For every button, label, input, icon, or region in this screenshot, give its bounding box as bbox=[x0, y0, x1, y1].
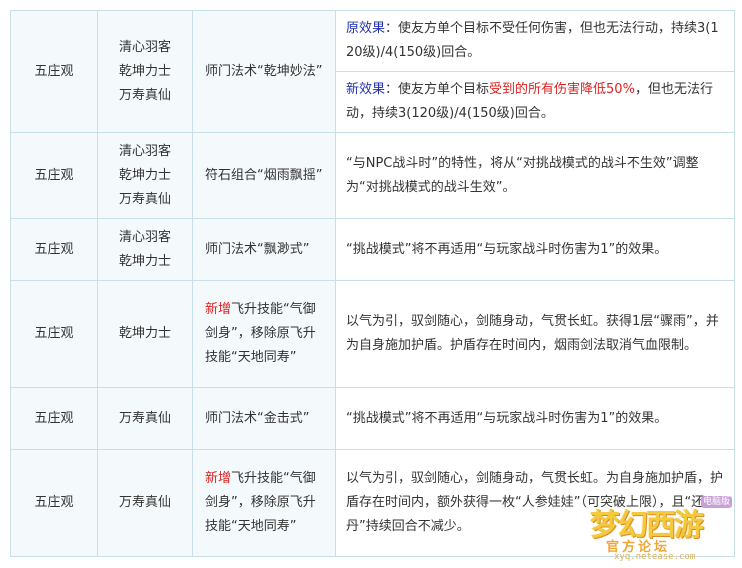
school-name: 五庄观 bbox=[34, 326, 74, 341]
school-name: 五庄观 bbox=[34, 495, 74, 510]
effect-cell: “挑战模式”将不再适用“与玩家战斗时伤害为1”的效果。 bbox=[335, 218, 735, 281]
sect-name: 乾坤力士 bbox=[118, 326, 171, 341]
effect-text: “挑战模式”将不再适用“与玩家战斗时伤害为1”的效果。 bbox=[346, 410, 668, 426]
sect-name: 万寿真仙 bbox=[118, 191, 171, 207]
effect-cell: 以气为引，驭剑随心，剑随身动，气贯长虹。获得1层“骤雨”，并为自身施加护盾。护盾… bbox=[335, 280, 735, 388]
new-effect-cell: 新效果：使友方单个目标受到的所有伤害降低50%，但也无法行动，持续3(120级)… bbox=[335, 71, 735, 133]
effect-cell: “与NPC战斗时”的特性，将从“对挑战模式的战斗不生效”调整为“对挑战模式的战斗… bbox=[335, 132, 735, 219]
skill-name: 师门法术“飘渺式” bbox=[205, 241, 310, 257]
sect-name: 清心羽客 bbox=[118, 229, 171, 245]
sect-name: 乾坤力士 bbox=[118, 63, 171, 79]
skill-cell: 师门法术“金击式” bbox=[192, 387, 336, 450]
school-cell: 五庄观 bbox=[10, 280, 98, 388]
skill-cell: 师门法术“飘渺式” bbox=[192, 218, 336, 281]
school-name: 五庄观 bbox=[34, 167, 74, 183]
effect-text: 以气为引，驭剑随心，剑随身动，气贯长虹。获得1层“骤雨”，并为自身施加护盾。护盾… bbox=[346, 314, 719, 353]
new-effect-text: ：使友方单个目标 bbox=[385, 82, 490, 97]
sects-cell: 清心羽客 乾坤力士 bbox=[97, 218, 193, 281]
table-row: 五庄观 清心羽客 乾坤力士 师门法术“飘渺式” “挑战模式”将不再适用“与玩家战… bbox=[10, 218, 735, 281]
sect-name: 万寿真仙 bbox=[118, 495, 171, 510]
sects-cell: 清心羽客 乾坤力士 万寿真仙 bbox=[97, 132, 193, 219]
sect-name: 清心羽客 bbox=[118, 143, 171, 159]
effect-cell: 以气为引，驭剑随心，剑随身动，气贯长虹。为自身施加护盾，护盾存在时间内，额外获得… bbox=[335, 449, 735, 557]
skill-new-tag: 新增 bbox=[205, 302, 232, 317]
skill-cell: 符石组合“烟雨飘摇” bbox=[192, 132, 336, 219]
sect-name: 乾坤力士 bbox=[118, 167, 171, 183]
table-row: 五庄观 清心羽客 乾坤力士 万寿真仙 符石组合“烟雨飘摇” “与NPC战斗时”的… bbox=[10, 132, 735, 219]
sects-cell: 万寿真仙 bbox=[97, 387, 193, 450]
table-row: 五庄观 万寿真仙 新增飞升技能“气御剑身”，移除原飞升技能“天地同寿” 以气为引… bbox=[10, 449, 735, 557]
effect-cell: “挑战模式”将不再适用“与玩家战斗时伤害为1”的效果。 bbox=[335, 387, 735, 450]
page: 五庄观 清心羽客 乾坤力士 万寿真仙 师门法术“乾坤妙法” 原效果：使友方单个目… bbox=[0, 0, 742, 568]
sect-name: 清心羽客 bbox=[118, 39, 171, 55]
school-cell: 五庄观 bbox=[10, 10, 98, 133]
new-effect-label: 新效果 bbox=[346, 82, 386, 97]
skill-name: 符石组合“烟雨飘摇” bbox=[205, 167, 323, 183]
school-cell: 五庄观 bbox=[10, 218, 98, 281]
sects-cell: 清心羽客 乾坤力士 万寿真仙 bbox=[97, 10, 193, 133]
skill-cell: 新增飞升技能“气御剑身”，移除原飞升技能“天地同寿” bbox=[192, 280, 336, 388]
original-effect-label: 原效果 bbox=[346, 21, 386, 36]
table-row: 五庄观 清心羽客 乾坤力士 万寿真仙 师门法术“乾坤妙法” 原效果：使友方单个目… bbox=[10, 10, 735, 133]
school-cell: 五庄观 bbox=[10, 387, 98, 450]
skill-cell: 师门法术“乾坤妙法” bbox=[192, 10, 336, 133]
school-cell: 五庄观 bbox=[10, 132, 98, 219]
skill-name: 师门法术“乾坤妙法” bbox=[205, 63, 323, 79]
school-name: 五庄观 bbox=[34, 241, 74, 257]
sects-cell: 万寿真仙 bbox=[97, 449, 193, 557]
original-effect-cell: 原效果：使友方单个目标不受任何伤害，但也无法行动，持续3(120级)/4(150… bbox=[335, 10, 735, 72]
school-name: 五庄观 bbox=[34, 63, 74, 79]
table-row: 五庄观 乾坤力士 新增飞升技能“气御剑身”，移除原飞升技能“天地同寿” 以气为引… bbox=[10, 280, 735, 388]
skill-name: 师门法术“金击式” bbox=[205, 410, 310, 426]
school-cell: 五庄观 bbox=[10, 449, 98, 557]
skill-new-tag: 新增 bbox=[205, 471, 232, 486]
school-name: 五庄观 bbox=[34, 410, 74, 426]
changes-table: 五庄观 清心羽客 乾坤力士 万寿真仙 师门法术“乾坤妙法” 原效果：使友方单个目… bbox=[10, 10, 735, 557]
skill-cell: 新增飞升技能“气御剑身”，移除原飞升技能“天地同寿” bbox=[192, 449, 336, 557]
original-effect-text: ：使友方单个目标不受任何伤害，但也无法行动，持续3(120级)/4(150级)回… bbox=[346, 21, 719, 60]
new-effect-highlight: 受到的所有伤害降低50% bbox=[489, 82, 635, 97]
sect-name: 万寿真仙 bbox=[118, 410, 171, 426]
sect-name: 万寿真仙 bbox=[118, 87, 171, 103]
effect-text: “挑战模式”将不再适用“与玩家战斗时伤害为1”的效果。 bbox=[346, 241, 668, 257]
sects-cell: 乾坤力士 bbox=[97, 280, 193, 388]
effect-text: “与NPC战斗时”的特性，将从“对挑战模式的战斗不生效”调整为“对挑战模式的战斗… bbox=[346, 155, 699, 195]
effect-text: 以气为引，驭剑随心，剑随身动，气贯长虹。为自身施加护盾，护盾存在时间内，额外获得… bbox=[346, 471, 724, 534]
sect-name: 乾坤力士 bbox=[118, 253, 171, 269]
table-row: 五庄观 万寿真仙 师门法术“金击式” “挑战模式”将不再适用“与玩家战斗时伤害为… bbox=[10, 387, 735, 450]
